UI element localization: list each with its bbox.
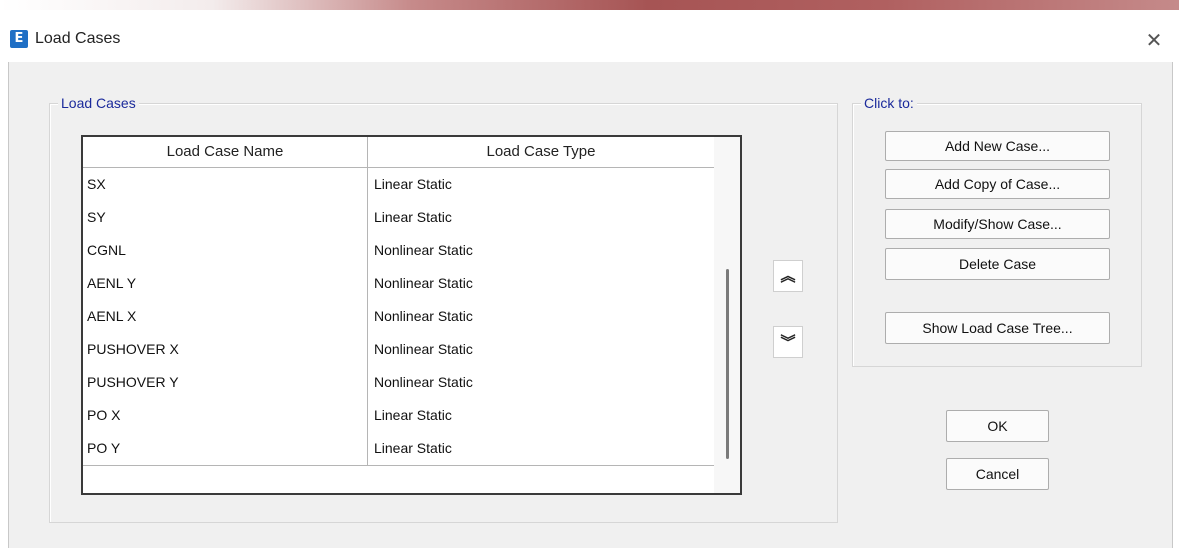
load-case-name-cell[interactable]: PO X <box>87 399 120 432</box>
window-title: Load Cases <box>35 30 121 47</box>
table-row[interactable]: SY Linear Static <box>83 201 714 235</box>
delete-case-button[interactable]: Delete Case <box>885 248 1110 280</box>
load-case-type-cell[interactable]: Linear Static <box>374 201 452 234</box>
table-row[interactable]: AENL Y Nonlinear Static <box>83 267 714 301</box>
etabs-app-icon: E <box>10 30 28 48</box>
load-case-type-cell[interactable]: Nonlinear Static <box>374 300 473 333</box>
load-case-name-cell[interactable]: SX <box>87 168 106 201</box>
click-to-group-legend: Click to: <box>861 95 917 111</box>
load-case-name-cell[interactable]: CGNL <box>87 234 126 267</box>
load-case-name-cell[interactable]: AENL Y <box>87 267 136 300</box>
table-row[interactable]: CGNL Nonlinear Static <box>83 234 714 268</box>
move-down-button[interactable]: ︾ <box>773 326 803 358</box>
load-case-type-cell[interactable]: Linear Static <box>374 432 452 465</box>
title-bar: E Load Cases ✕ <box>0 10 1179 62</box>
load-case-type-cell[interactable]: Nonlinear Static <box>374 333 473 366</box>
load-case-name-cell[interactable]: PUSHOVER X <box>87 333 179 366</box>
table-row[interactable]: PO Y Linear Static <box>83 432 714 466</box>
cancel-button[interactable]: Cancel <box>946 458 1049 490</box>
background-strip <box>0 0 1179 10</box>
load-case-type-cell[interactable]: Linear Static <box>374 168 452 201</box>
ok-button[interactable]: OK <box>946 410 1049 442</box>
grid-header-row: Load Case Name Load Case Type <box>83 137 714 168</box>
column-separator <box>367 137 368 466</box>
load-case-type-cell[interactable]: Nonlinear Static <box>374 234 473 267</box>
show-load-case-tree-button[interactable]: Show Load Case Tree... <box>885 312 1110 344</box>
add-copy-of-case-button[interactable]: Add Copy of Case... <box>885 169 1110 199</box>
table-row[interactable]: PO X Linear Static <box>83 399 714 433</box>
load-case-type-cell[interactable]: Linear Static <box>374 399 452 432</box>
scrollbar-thumb[interactable] <box>726 269 729 459</box>
table-row[interactable]: SX Linear Static <box>83 168 714 202</box>
table-row[interactable]: AENL X Nonlinear Static <box>83 300 714 334</box>
load-case-type-cell[interactable]: Nonlinear Static <box>374 366 473 399</box>
load-case-name-cell[interactable]: PO Y <box>87 432 120 465</box>
table-row[interactable]: PUSHOVER Y Nonlinear Static <box>83 366 714 400</box>
load-case-name-cell[interactable]: PUSHOVER Y <box>87 366 179 399</box>
add-new-case-button[interactable]: Add New Case... <box>885 131 1110 161</box>
table-row[interactable]: PUSHOVER X Nonlinear Static <box>83 333 714 367</box>
load-case-type-cell[interactable]: Nonlinear Static <box>374 267 473 300</box>
load-cases-group-legend: Load Cases <box>58 95 139 111</box>
load-case-name-cell[interactable]: SY <box>87 201 106 234</box>
load-cases-grid[interactable]: Load Case Name Load Case Type SX Linear S… <box>81 135 742 495</box>
grid-vertical-scrollbar[interactable] <box>714 137 740 493</box>
load-case-name-cell[interactable]: AENL X <box>87 300 136 333</box>
column-header-type[interactable]: Load Case Type <box>368 137 714 167</box>
column-header-name[interactable]: Load Case Name <box>83 137 367 167</box>
close-icon[interactable]: ✕ <box>1139 27 1169 53</box>
move-up-button[interactable]: ︽ <box>773 260 803 292</box>
dialog-client-area: Load Cases Load Case Name Load Case Type… <box>8 62 1173 548</box>
modify-show-case-button[interactable]: Modify/Show Case... <box>885 209 1110 239</box>
